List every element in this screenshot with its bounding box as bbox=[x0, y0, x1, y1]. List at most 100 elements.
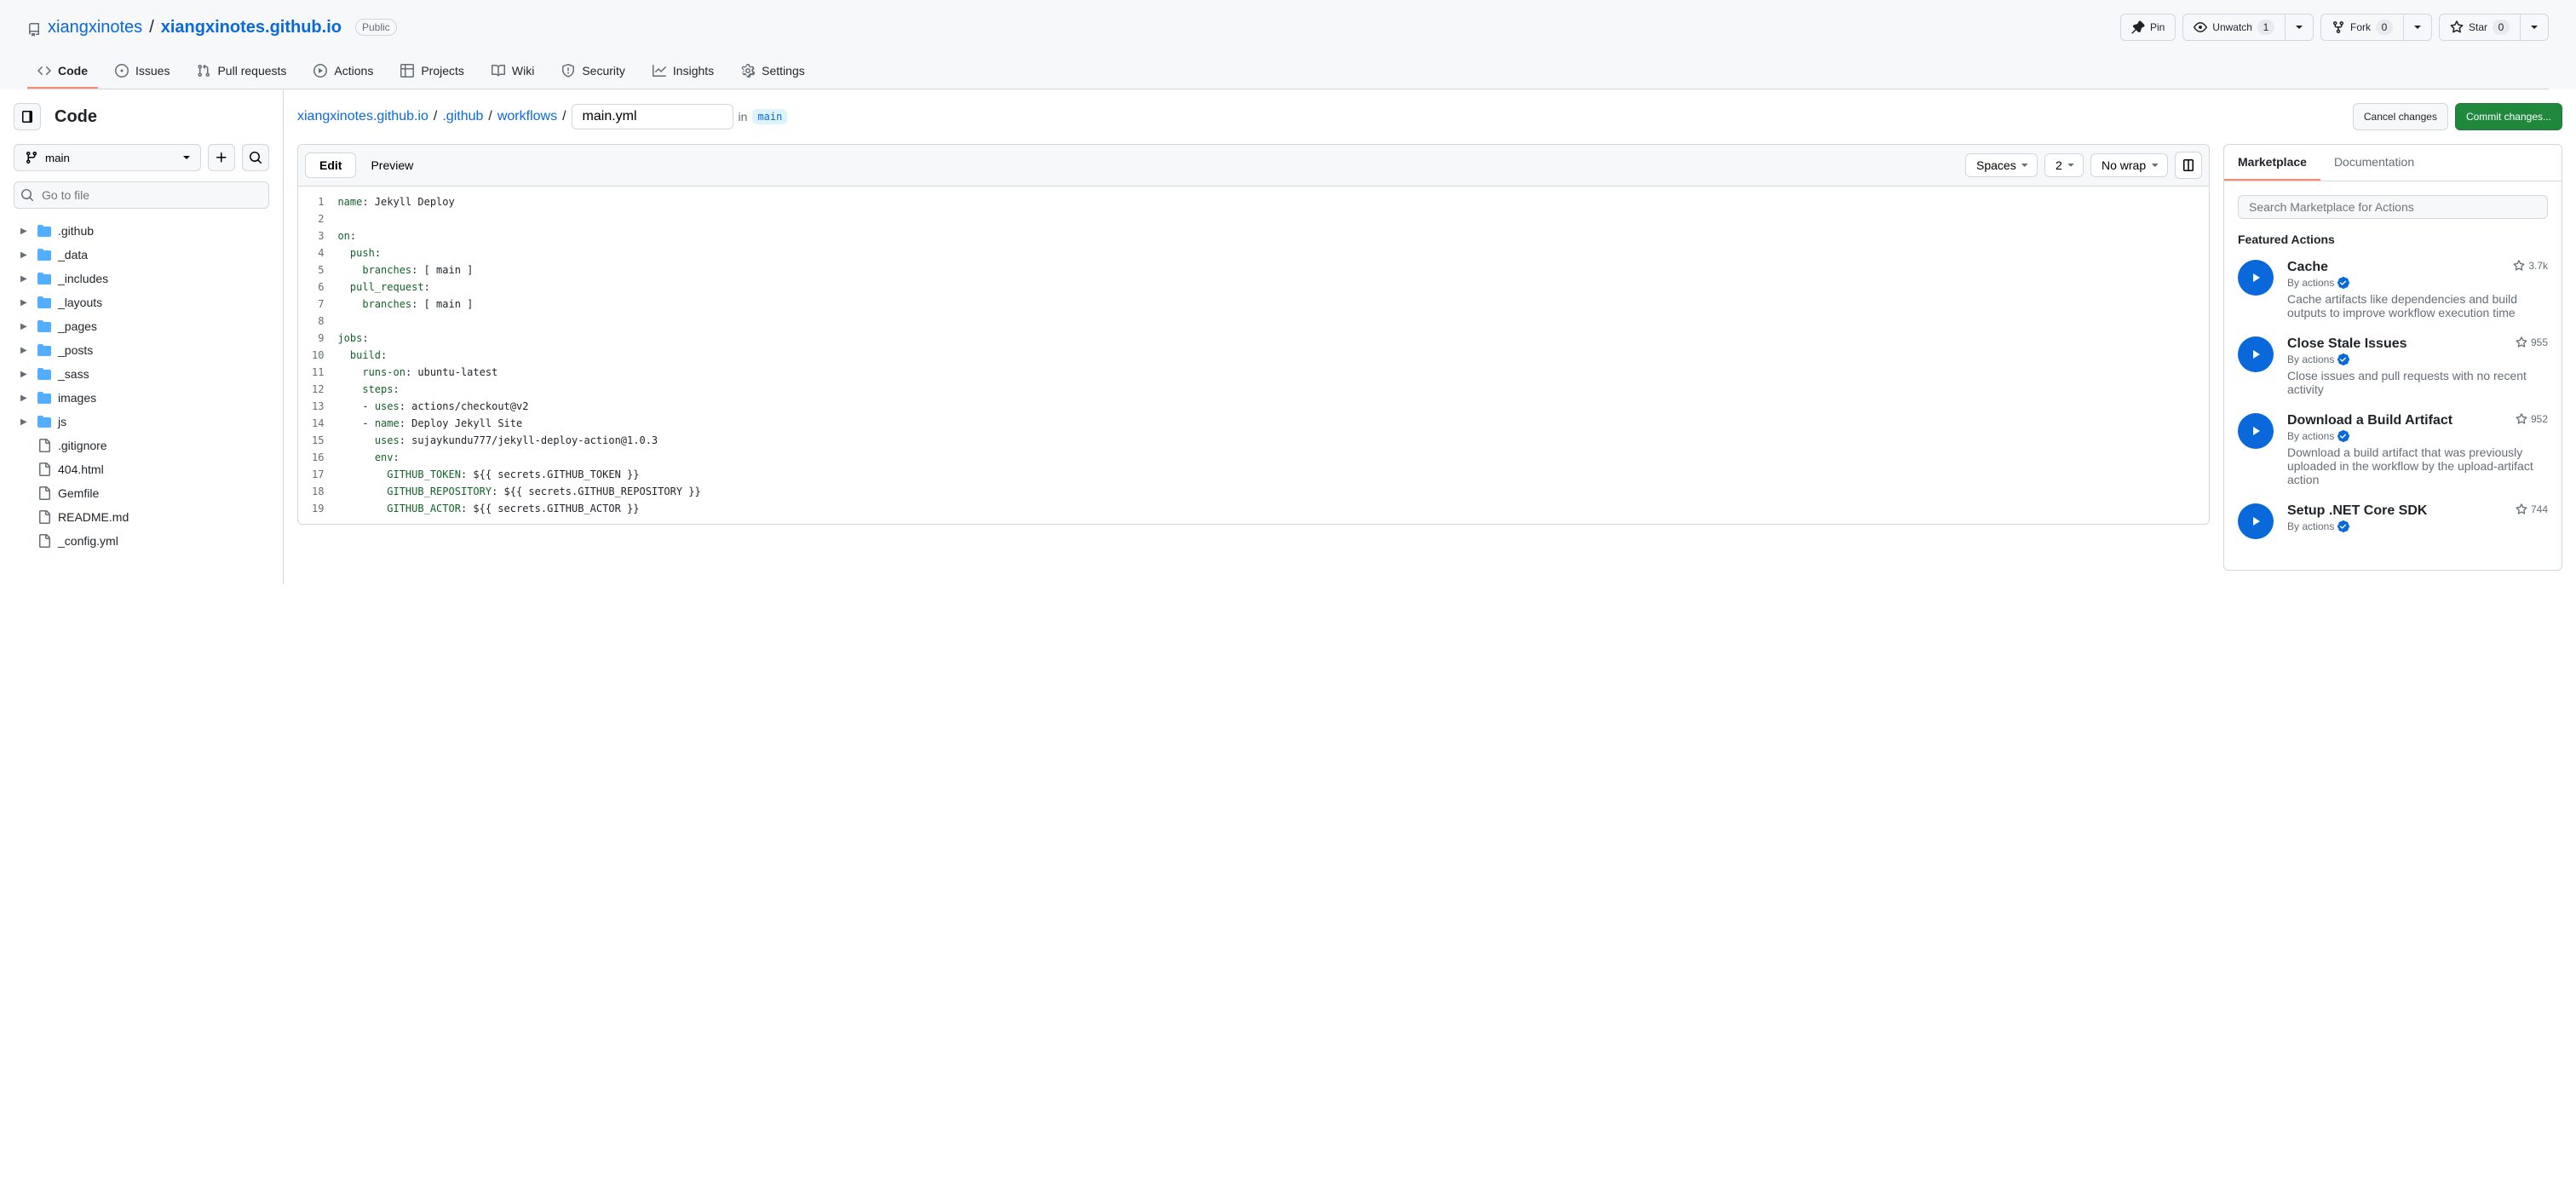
chevron-right-icon: ▶ bbox=[20, 298, 31, 307]
documentation-tab[interactable]: Documentation bbox=[2320, 145, 2428, 181]
chevron-right-icon: ▶ bbox=[20, 394, 31, 403]
breadcrumb: xiangxinotes.github.io / .github / workf… bbox=[297, 104, 787, 129]
file-tree-item[interactable]: ▶ _data bbox=[14, 243, 269, 267]
file-tree-item[interactable]: .gitignore bbox=[14, 434, 269, 457]
file-tree-item[interactable]: ▶ _pages bbox=[14, 314, 269, 338]
plus-icon bbox=[215, 151, 228, 164]
unwatch-button[interactable]: Unwatch 1 bbox=[2182, 14, 2286, 41]
pin-button[interactable]: Pin bbox=[2120, 14, 2176, 41]
file-tree-item[interactable]: ▶_sass bbox=[14, 362, 269, 386]
action-title: Download a Build Artifact bbox=[2287, 413, 2452, 428]
file-tree-item[interactable]: ▶_includes bbox=[14, 267, 269, 290]
breadcrumb-path-2[interactable]: workflows bbox=[497, 109, 557, 124]
action-author: By actions bbox=[2287, 520, 2548, 532]
tab-pull-requests[interactable]: Pull requests bbox=[187, 55, 296, 89]
file-tree-item[interactable]: ▶_posts bbox=[14, 338, 269, 362]
filename-input[interactable] bbox=[572, 104, 733, 129]
code-icon bbox=[37, 64, 51, 78]
indent-size-select[interactable]: 2 bbox=[2044, 153, 2084, 177]
tab-insights[interactable]: Insights bbox=[642, 55, 724, 89]
chevron-right-icon: ▶ bbox=[20, 417, 31, 427]
featured-action-item[interactable]: Setup .NET Core SDK 744 By actions bbox=[2238, 503, 2548, 539]
search-icon bbox=[249, 151, 262, 164]
tab-code[interactable]: Code bbox=[27, 55, 98, 89]
repo-owner-link[interactable]: xiangxinotes bbox=[48, 18, 142, 37]
file-icon bbox=[37, 463, 51, 476]
shield-icon bbox=[561, 64, 575, 78]
file-tree-label: _data bbox=[58, 248, 88, 262]
fork-button[interactable]: Fork 0 bbox=[2320, 14, 2404, 41]
marketplace-search-input[interactable] bbox=[2238, 195, 2548, 219]
file-tree-item[interactable]: ▶js bbox=[14, 410, 269, 434]
folder-icon bbox=[37, 319, 51, 333]
featured-action-item[interactable]: Cache 3.7k By actions Cache artifacts li… bbox=[2238, 260, 2548, 319]
branch-badge: main bbox=[752, 109, 787, 124]
repo-heading: xiangxinotes / xiangxinotes.github.io Pu… bbox=[27, 18, 397, 37]
star-icon bbox=[2516, 413, 2527, 425]
folder-icon bbox=[37, 343, 51, 357]
verified-icon bbox=[2337, 520, 2349, 532]
star-dropdown[interactable] bbox=[2521, 14, 2549, 41]
edit-tab[interactable]: Edit bbox=[305, 152, 356, 178]
file-tree-item[interactable]: ▶images bbox=[14, 386, 269, 410]
branch-icon bbox=[25, 151, 38, 164]
file-tree-item[interactable]: _config.yml bbox=[14, 529, 269, 553]
chevron-right-icon: ▶ bbox=[20, 346, 31, 355]
panel-toggle-button[interactable] bbox=[2175, 152, 2202, 179]
chevron-right-icon: ▶ bbox=[20, 227, 31, 236]
sidebar-title: Code bbox=[55, 107, 97, 127]
add-file-button[interactable] bbox=[208, 144, 235, 171]
branch-select[interactable]: main bbox=[14, 144, 201, 171]
issue-icon bbox=[115, 64, 129, 78]
action-stars: 3.7k bbox=[2513, 260, 2548, 272]
tab-wiki[interactable]: Wiki bbox=[481, 55, 544, 89]
fork-icon bbox=[2332, 20, 2345, 34]
preview-tab[interactable]: Preview bbox=[356, 152, 428, 178]
action-title: Cache bbox=[2287, 260, 2328, 275]
file-tree-label: .gitignore bbox=[58, 439, 107, 452]
caret-down-icon bbox=[2296, 26, 2303, 29]
file-icon bbox=[37, 510, 51, 524]
star-button[interactable]: Star 0 bbox=[2439, 14, 2521, 41]
pr-icon bbox=[197, 64, 210, 78]
file-tree-item[interactable]: ▶ _layouts bbox=[14, 290, 269, 314]
featured-action-item[interactable]: Download a Build Artifact 952 By actions… bbox=[2238, 413, 2548, 486]
file-tree-label: _pages bbox=[58, 319, 97, 333]
chevron-right-icon: ▶ bbox=[20, 370, 31, 379]
chevron-right-icon: ▶ bbox=[20, 250, 31, 260]
breadcrumb-repo[interactable]: xiangxinotes.github.io bbox=[297, 109, 428, 124]
fork-dropdown[interactable] bbox=[2404, 14, 2432, 41]
indent-mode-select[interactable]: Spaces bbox=[1965, 153, 2038, 177]
verified-icon bbox=[2337, 353, 2349, 365]
tab-actions[interactable]: Actions bbox=[303, 55, 383, 89]
code-content[interactable]: name: Jekyll Deploy on: push: branches: … bbox=[337, 193, 2209, 517]
featured-action-item[interactable]: Close Stale Issues 955 By actions Close … bbox=[2238, 336, 2548, 396]
file-tree-item[interactable]: Gemfile bbox=[14, 481, 269, 505]
file-tree-item[interactable]: 404.html bbox=[14, 457, 269, 481]
tab-issues[interactable]: Issues bbox=[105, 55, 180, 89]
file-tree-item[interactable]: ▶.github bbox=[14, 219, 269, 243]
tab-security[interactable]: Security bbox=[551, 55, 635, 89]
marketplace-tab[interactable]: Marketplace bbox=[2224, 145, 2320, 181]
action-stars: 952 bbox=[2516, 413, 2548, 425]
tab-projects[interactable]: Projects bbox=[390, 55, 474, 89]
breadcrumb-path-1[interactable]: .github bbox=[442, 109, 483, 124]
unwatch-dropdown[interactable] bbox=[2286, 14, 2314, 41]
code-editor[interactable]: 12345678910111213141516171819 name: Jeky… bbox=[298, 187, 2209, 524]
repo-name-link[interactable]: xiangxinotes.github.io bbox=[161, 18, 342, 37]
file-tree-item[interactable]: README.md bbox=[14, 505, 269, 529]
sidebar-collapse-button[interactable] bbox=[14, 103, 41, 130]
go-to-file-input[interactable] bbox=[14, 181, 269, 209]
search-files-button[interactable] bbox=[242, 144, 269, 171]
play-fill-icon bbox=[2245, 511, 2266, 532]
tab-settings[interactable]: Settings bbox=[731, 55, 815, 89]
wrap-select[interactable]: No wrap bbox=[2090, 153, 2168, 177]
file-icon bbox=[37, 439, 51, 452]
file-tree-label: _layouts bbox=[58, 296, 102, 309]
commit-changes-button[interactable]: Commit changes... bbox=[2455, 103, 2562, 130]
sidebar-icon bbox=[20, 110, 34, 124]
eye-icon bbox=[2194, 20, 2207, 34]
chevron-right-icon: ▶ bbox=[20, 322, 31, 331]
chevron-right-icon: ▶ bbox=[20, 274, 31, 284]
cancel-changes-button[interactable]: Cancel changes bbox=[2353, 103, 2448, 130]
